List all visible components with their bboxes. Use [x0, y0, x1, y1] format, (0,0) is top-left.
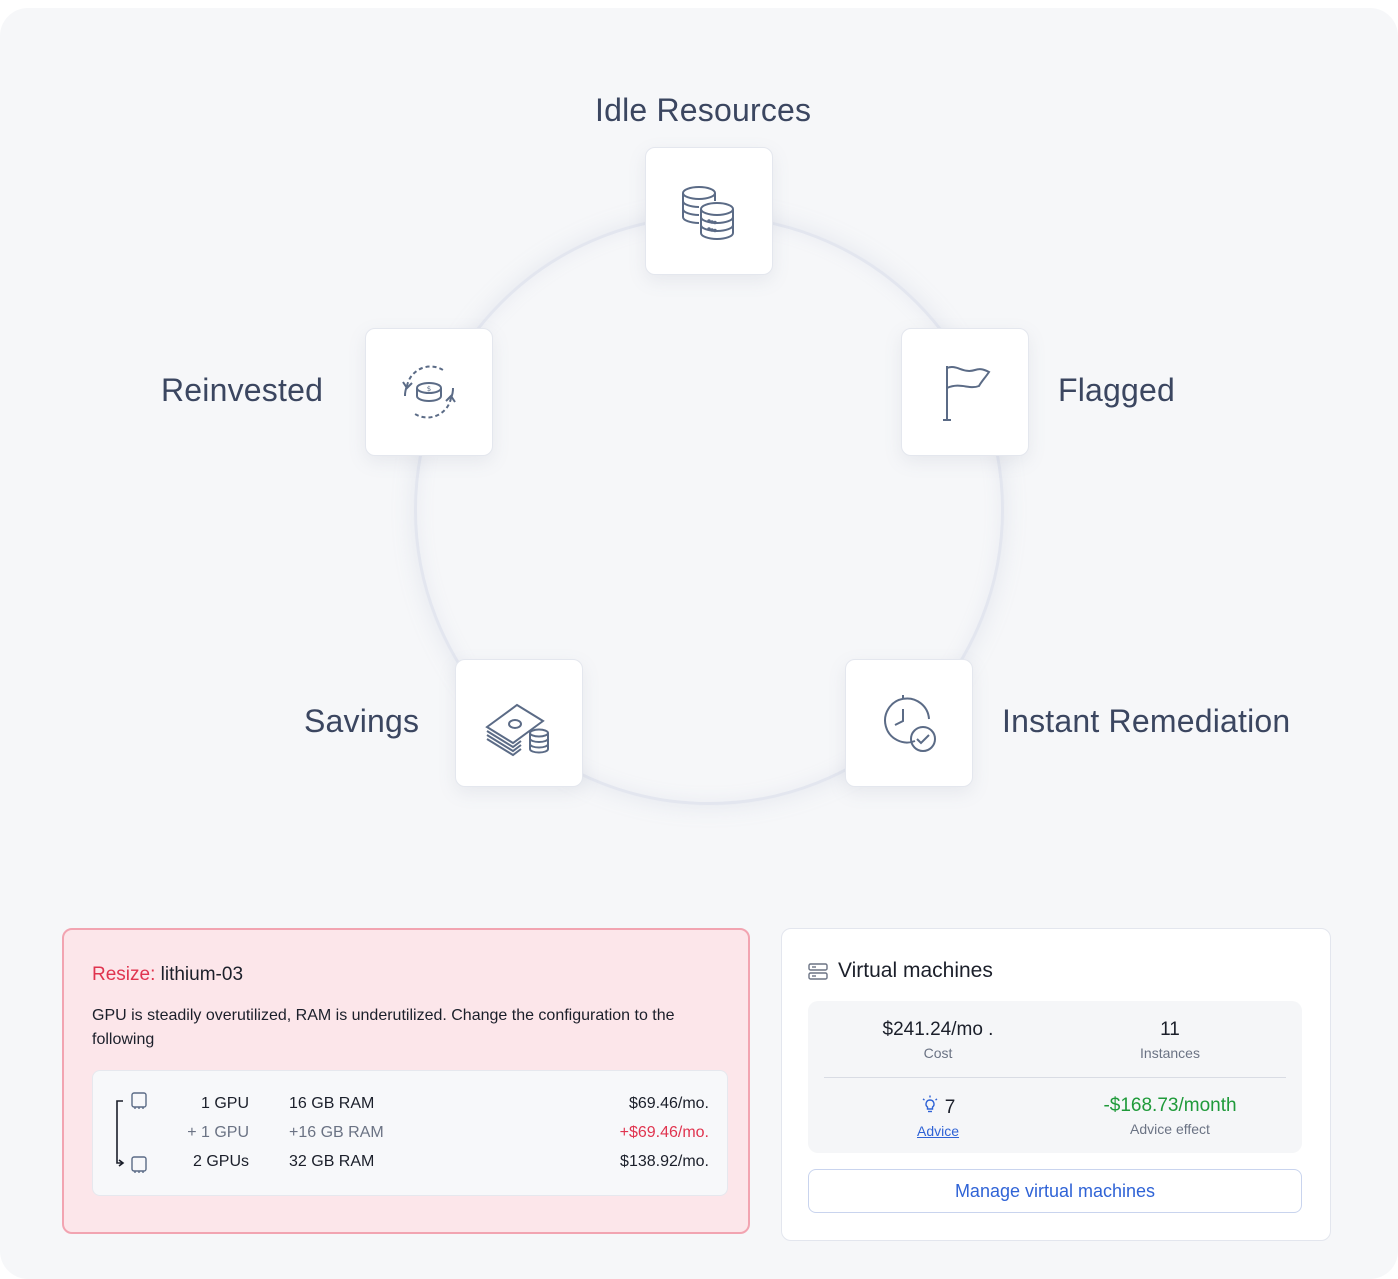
node-idle-resources [645, 147, 773, 275]
manage-virtual-machines-button[interactable]: Manage virtual machines [808, 1169, 1302, 1213]
stat-instances-label: Instances [1140, 1045, 1200, 1061]
stat-advice-effect: -$168.73/month Advice effect [1060, 1095, 1280, 1137]
stat-advice-effect-label: Advice effect [1130, 1121, 1210, 1137]
node-reinvested: $ [365, 328, 493, 456]
node-label-flagged: Flagged [1058, 372, 1176, 408]
money-stack-icon [485, 703, 549, 757]
flag-icon [943, 366, 991, 421]
config-ram-delta: +16 GB RAM [289, 1124, 384, 1141]
resize-description: GPU is steadily overutilized, RAM is und… [92, 1007, 675, 1048]
resize-keyword: Resize: [92, 964, 156, 985]
resize-title: Resize: lithium-03 [92, 964, 243, 986]
node-label-reinvested: Reinvested [161, 372, 324, 408]
stat-advice-effect-value: -$168.73/month [1103, 1095, 1237, 1116]
coin-cycle-icon: $ [402, 365, 456, 419]
stat-instances-value: 11 [1160, 1019, 1180, 1040]
vm-stats-panel: $241.24/mo . Cost 11 Instances 7 Advice … [808, 1001, 1302, 1153]
node-label-idle-resources: Idle Resources [595, 92, 812, 128]
config-row-current: 1 GPU 16 GB RAM $69.46/mo. [93, 1095, 727, 1119]
config-row-delta: + 1 GPU +16 GB RAM +$69.46/mo. [93, 1124, 727, 1148]
node-label-instant-remediation: Instant Remediation [1002, 703, 1291, 739]
node-savings [455, 659, 583, 787]
stat-cost-value: $241.24/mo . [882, 1019, 994, 1040]
advice-link[interactable]: Advice [828, 1123, 1048, 1139]
clock-check-icon [884, 695, 936, 752]
stat-advice-value-row: 7 [828, 1095, 1048, 1119]
stat-advice: 7 Advice [828, 1095, 1048, 1139]
stat-cost: $241.24/mo . Cost [828, 1019, 1048, 1061]
svg-text:$: $ [427, 385, 431, 393]
config-gpu-target: 2 GPUs [192, 1153, 249, 1170]
stat-advice-value: 7 [944, 1097, 956, 1118]
vm-card-title: Virtual machines [838, 959, 993, 982]
stats-divider [824, 1077, 1286, 1078]
config-price: $69.46/mo. [628, 1095, 709, 1112]
virtual-machines-card: Virtual machines $241.24/mo . Cost 11 In… [781, 928, 1331, 1241]
config-row-target: 2 GPUs 32 GB RAM $138.92/mo. [93, 1153, 727, 1177]
node-instant-remediation [845, 659, 973, 787]
server-icon [808, 963, 828, 980]
lightbulb-icon [922, 1095, 938, 1113]
config-gpu: 1 GPU [200, 1095, 249, 1112]
node-label-savings: Savings [304, 703, 420, 739]
stat-cost-label: Cost [923, 1045, 953, 1061]
resize-target: lithium-03 [160, 964, 244, 985]
config-ram: 16 GB RAM [289, 1095, 375, 1112]
database-stack-icon [682, 186, 734, 241]
config-ram-target: 32 GB RAM [289, 1153, 375, 1170]
node-flagged [901, 328, 1029, 456]
stat-instances: 11 Instances [1060, 1019, 1280, 1061]
config-change-box: 1 GPU 16 GB RAM $69.46/mo. + 1 GPU +16 G… [92, 1070, 728, 1196]
config-price-delta: +$69.46/mo. [619, 1124, 709, 1141]
config-price-target: $138.92/mo. [620, 1153, 709, 1170]
resize-recommendation-card: Resize: lithium-03 GPU is steadily overu… [62, 928, 750, 1234]
config-gpu-delta: + 1 GPU [187, 1124, 249, 1141]
